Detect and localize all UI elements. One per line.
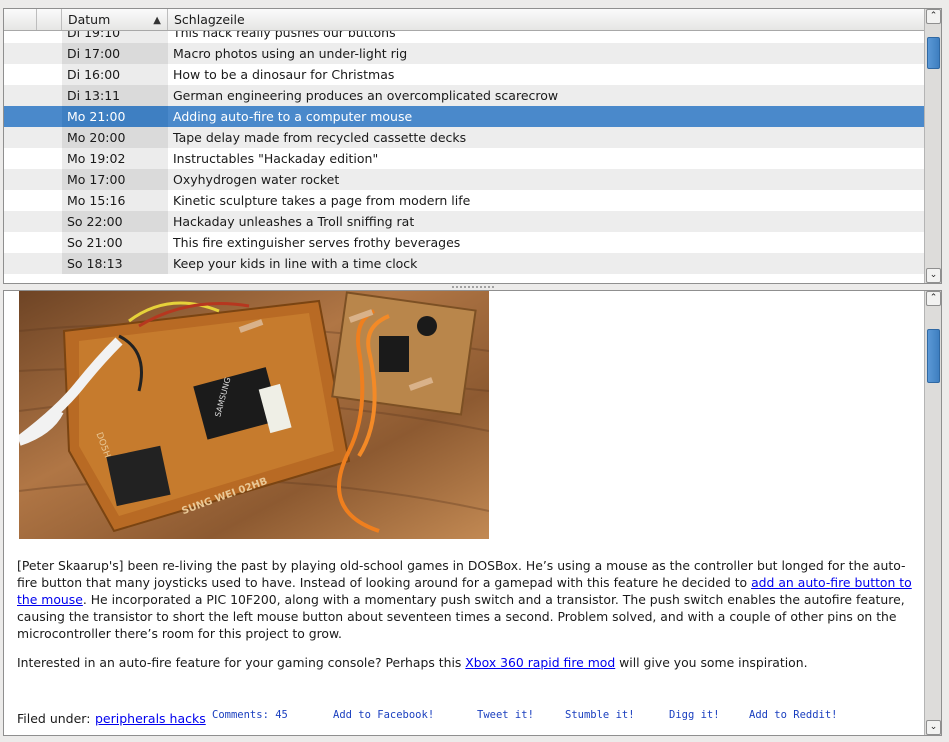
category-link[interactable]: peripherals hacks	[95, 711, 206, 726]
reddit-link[interactable]: Add to Reddit!	[749, 709, 838, 721]
column-header-date-label: Datum	[68, 12, 111, 27]
facebook-share-link[interactable]: Add to Facebook!	[333, 709, 434, 721]
article-paragraph-2: Interested in an auto-fire feature for y…	[17, 654, 921, 671]
article-paragraph-1: [Peter Skaarup's] been re-living the pas…	[17, 557, 921, 642]
scroll-down-icon[interactable]: ⌄	[926, 268, 941, 283]
headline-date: So 22:00	[62, 211, 168, 232]
headline-title: Macro photos using an under-light rig	[173, 46, 408, 61]
headline-row[interactable]: Di 17:00 Macro photos using an under-ligh…	[4, 43, 926, 64]
sort-ascending-icon[interactable]: ▲	[153, 10, 161, 31]
comments-link[interactable]: Comments: 45	[212, 709, 288, 721]
headline-date: Mo 17:00	[62, 169, 168, 190]
headline-date: Di 17:00	[62, 43, 168, 64]
headline-rows: Di 21:04Clamp sensor power monitoringDi …	[4, 9, 926, 274]
headline-title: How to be a dinosaur for Christmas	[173, 67, 395, 82]
headline-row[interactable]: Mo 20:00 Tape delay made from recycled ca…	[4, 127, 926, 148]
scroll-down-icon[interactable]: ⌄	[926, 720, 941, 735]
column-header-status[interactable]	[37, 9, 62, 30]
column-header-title[interactable]: Schlagzeile	[168, 9, 926, 30]
headline-title: This fire extinguisher serves frothy bev…	[173, 235, 461, 250]
digg-link[interactable]: Digg it!	[669, 709, 720, 721]
headline-title: Tape delay made from recycled cassette d…	[173, 130, 467, 145]
headline-row[interactable]: Mo 21:00 Adding auto-fire to a computer m…	[4, 106, 926, 127]
article-scrollbar[interactable]: ⌃ ⌄	[924, 291, 941, 735]
article-pane: SAMSUNG SUNG WEI 02HB DO5H [Peter Skaaru…	[3, 290, 942, 736]
column-header-date[interactable]: Datum ▲	[62, 9, 168, 30]
headline-title: German engineering produces an overcompl…	[173, 88, 559, 103]
headline-date: Mo 15:16	[62, 190, 168, 211]
article-text-segment: . He incorporated a PIC 10F200, along wi…	[17, 592, 905, 641]
splitter-grip-icon[interactable]	[451, 285, 495, 289]
headline-row[interactable]: Di 16:00 How to be a dinosaur for Christm…	[4, 64, 926, 85]
scroll-up-icon[interactable]: ⌃	[926, 9, 941, 24]
headline-date: So 18:13	[62, 253, 168, 274]
list-header: Datum ▲ Schlagzeile	[4, 9, 926, 31]
tweet-link[interactable]: Tweet it!	[477, 709, 534, 721]
headline-row[interactable]: Mo 17:00 Oxyhydrogen water rocket	[4, 169, 926, 190]
stumble-link[interactable]: Stumble it!	[565, 709, 635, 721]
scroll-up-icon[interactable]: ⌃	[926, 291, 941, 306]
xbox-mod-link[interactable]: Xbox 360 rapid fire mod	[465, 655, 615, 670]
headline-row[interactable]: So 18:13 Keep your kids in line with a ti…	[4, 253, 926, 274]
headline-list[interactable]: Di 21:04Clamp sensor power monitoringDi …	[3, 8, 942, 284]
headline-row[interactable]: Mo 19:02 Instructables "Hackaday edition"	[4, 148, 926, 169]
article-text-segment: Interested in an auto-fire feature for y…	[17, 655, 466, 670]
headline-date: Di 16:00	[62, 64, 168, 85]
article-text-segment: will give you some inspiration.	[615, 655, 808, 670]
headline-date: Mo 21:00	[62, 106, 168, 127]
headline-row[interactable]: Di 13:11 German engineering produces an o…	[4, 85, 926, 106]
headline-row[interactable]: Mo 15:16 Kinetic sculpture takes a page f…	[4, 190, 926, 211]
column-header-title-label: Schlagzeile	[174, 12, 245, 27]
headline-title: Keep your kids in line with a time clock	[173, 256, 418, 271]
headline-title: Instructables "Hackaday edition"	[173, 151, 379, 166]
headline-date: Mo 19:02	[62, 148, 168, 169]
headline-date: Di 13:11	[62, 85, 168, 106]
article-photo: SAMSUNG SUNG WEI 02HB DO5H	[19, 291, 489, 539]
article-body: [Peter Skaarup's] been re-living the pas…	[17, 557, 921, 683]
headline-date: So 21:00	[62, 232, 168, 253]
article-footer: Filed under: peripherals hacks Comments:…	[17, 709, 921, 729]
headline-date: Mo 20:00	[62, 127, 168, 148]
headline-row[interactable]: So 21:00 This fire extinguisher serves fr…	[4, 232, 926, 253]
headline-title: Adding auto-fire to a computer mouse	[173, 109, 413, 124]
headline-title: Oxyhydrogen water rocket	[173, 172, 340, 187]
column-header-flag[interactable]	[4, 9, 37, 30]
article-scrollbar-thumb[interactable]	[927, 329, 940, 383]
headline-title: Hackaday unleashes a Troll sniffing rat	[173, 214, 415, 229]
filed-under-label: Filed under:	[17, 711, 91, 726]
list-scrollbar[interactable]: ⌃ ⌄	[924, 9, 941, 283]
headline-title: Kinetic sculpture takes a page from mode…	[173, 193, 471, 208]
headline-row[interactable]: So 22:00 Hackaday unleashes a Troll sniff…	[4, 211, 926, 232]
list-scrollbar-thumb[interactable]	[927, 37, 940, 69]
